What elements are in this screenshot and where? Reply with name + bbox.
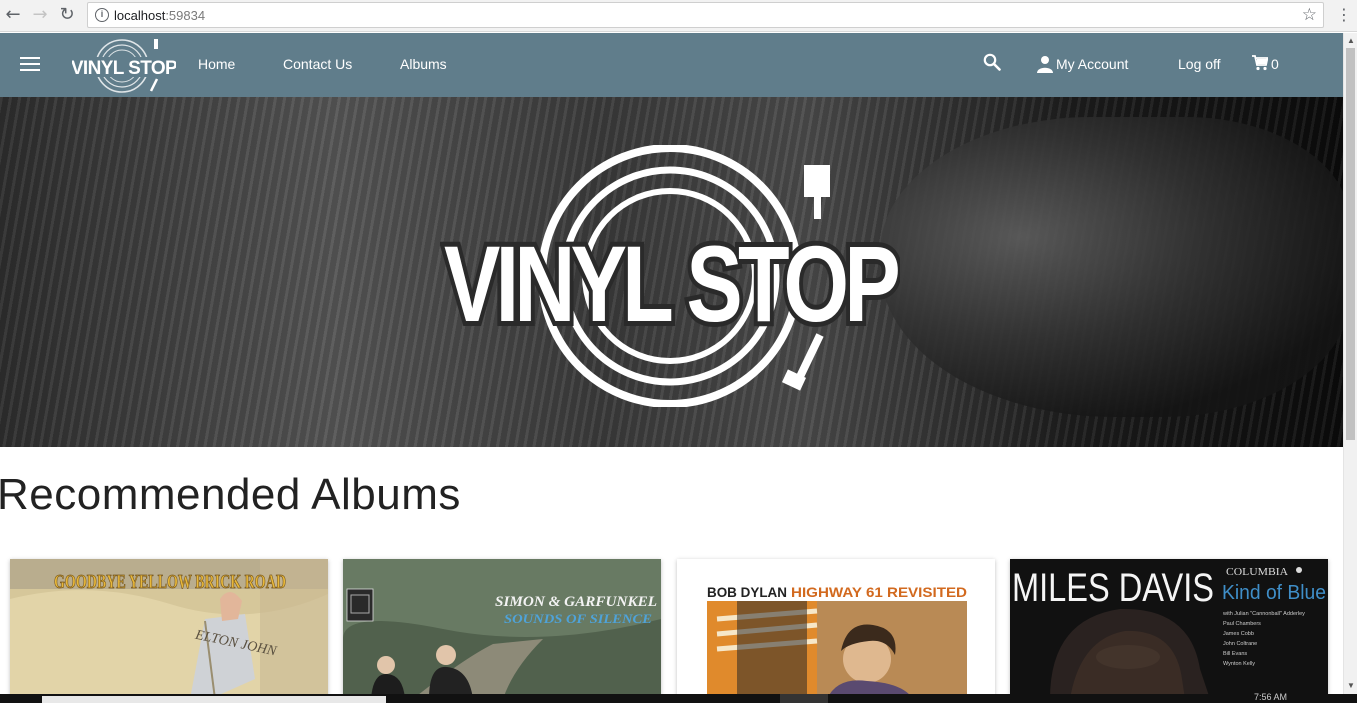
album-label-text: COLUMBIA [1226,566,1288,578]
scroll-down-arrow-icon[interactable]: ▼ [1347,681,1355,690]
nav-link-albums[interactable]: Albums [400,56,447,72]
hero-banner: VINYL STOP [0,97,1343,447]
album-credit-text: John Coltrane [1223,641,1257,647]
search-icon[interactable] [983,53,1001,71]
taskbar-clock: 7:56 AM [1254,692,1288,702]
site-info-icon[interactable]: i [95,8,109,22]
cart-count[interactable]: 0 [1271,56,1279,72]
log-off-link[interactable]: Log off [1178,56,1221,72]
url-host: localhost [114,8,166,23]
address-bar[interactable]: i localhost:59834 ☆ [87,2,1324,28]
hamburger-menu-icon[interactable] [20,57,40,73]
album-card-sounds-of-silence[interactable]: SIMON & GARFUNKEL SOUNDS OF SILENCE [343,559,661,699]
album-card-goodbye-yellow-brick-road[interactable]: GOODBYE YELLOW BRICK ROAD ELTON JOHN [10,559,328,699]
album-title-text: Kind of Blue [1222,582,1326,604]
bookmark-star-icon[interactable]: ☆ [1302,5,1317,25]
album-card-highway-61-revisited[interactable]: BOB DYLAN HIGHWAY 61 REVISITED [677,559,995,699]
os-taskbar: 7:56 AM [0,692,1357,703]
album-credit-text: James Cobb [1223,631,1254,637]
navbar-brand-text: VINYL STOP [72,58,176,79]
vinyl-stop-logo[interactable]: VINYL STOP [72,37,176,93]
album-title-text: SOUNDS OF SILENCE [504,611,652,626]
address-url[interactable]: localhost:59834 [114,8,205,23]
album-cover[interactable]: BOB DYLAN HIGHWAY 61 REVISITED [677,559,995,699]
user-icon[interactable] [1036,55,1054,73]
album-title-text: HIGHWAY 61 REVISITED [791,584,967,600]
scroll-thumb[interactable] [1346,48,1355,440]
hand-browsing-records [880,117,1343,417]
nav-link-home[interactable]: Home [198,56,235,72]
taskbar-search-box[interactable] [42,696,386,703]
album-artist-text: MILES DAVIS [1012,566,1214,610]
my-account-link[interactable]: My Account [1056,56,1128,72]
url-port: :59834 [165,8,206,23]
album-title-text: GOODBYE YELLOW BRICK ROAD [54,571,286,593]
site-navbar: VINYL STOP Home Contact Us Albums My Acc… [0,33,1343,97]
scroll-up-arrow-icon[interactable]: ▲ [1347,36,1355,45]
album-artist-text: BOB DYLAN [707,584,787,600]
reload-icon[interactable]: ↻ [57,5,77,25]
album-credit-text: with Julian "Cannonball" Adderley [1222,611,1305,617]
album-credit-text: Wynton Kelly [1223,661,1255,667]
album-cover[interactable]: MILES DAVIS COLUMBIA Kind of Blue with J… [1010,559,1328,699]
recommended-albums-title: Recommended Albums [0,470,461,519]
forward-icon[interactable]: → [30,5,50,25]
album-cover[interactable]: SIMON & GARFUNKEL SOUNDS OF SILENCE [343,559,661,699]
back-icon[interactable]: ← [3,5,23,25]
cart-icon[interactable] [1252,55,1268,71]
browser-menu-icon[interactable]: ⋮ [1336,5,1352,24]
album-card-kind-of-blue[interactable]: MILES DAVIS COLUMBIA Kind of Blue with J… [1010,559,1328,699]
hero-logo-text: VINYL STOP [444,223,898,344]
album-credit-text: Paul Chambers [1223,621,1261,627]
nav-link-contact-us[interactable]: Contact Us [283,56,352,72]
hero-vinyl-stop-logo: VINYL STOP [440,145,900,407]
page-scrollbar[interactable]: ▲ ▼ [1343,33,1357,703]
album-cover[interactable]: GOODBYE YELLOW BRICK ROAD ELTON JOHN [10,559,328,699]
album-artist-text: SIMON & GARFUNKEL [495,594,657,610]
browser-toolbar: ← → ↻ i localhost:59834 ☆ ⋮ [0,0,1357,32]
album-credit-text: Bill Evans [1223,651,1247,657]
taskbar-app-button[interactable] [780,694,828,703]
